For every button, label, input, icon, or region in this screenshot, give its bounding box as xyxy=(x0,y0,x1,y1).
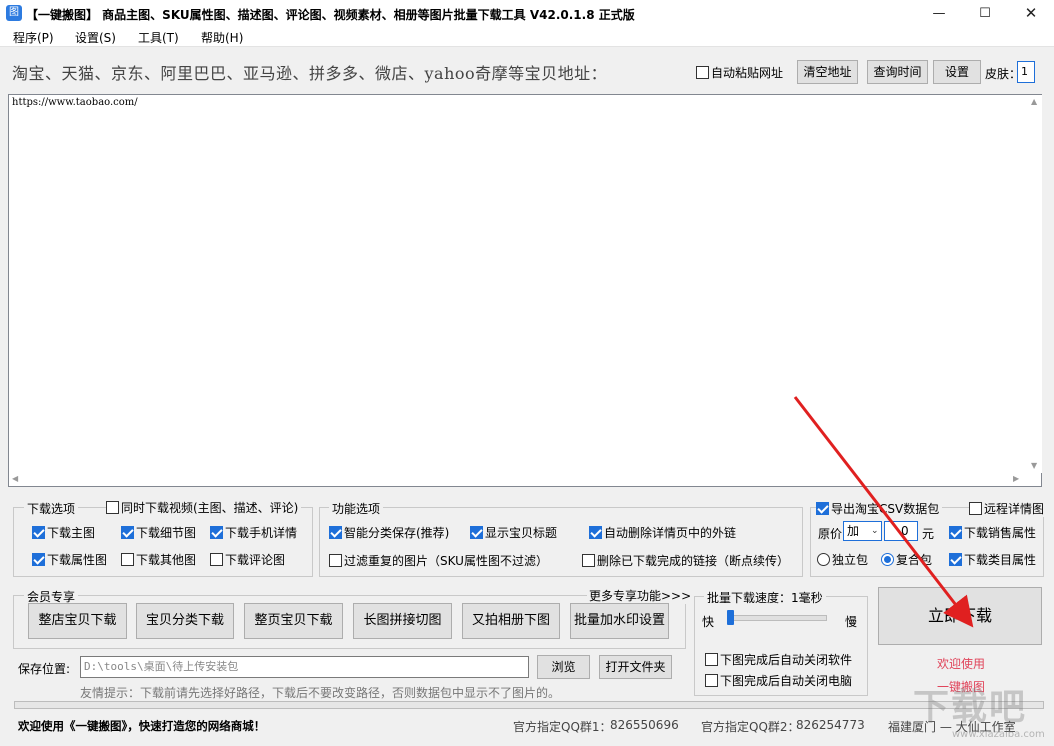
arrow-line xyxy=(793,396,974,628)
watermark-logo: 下载吧 xyxy=(913,687,1028,728)
watermark-url: www.xiazaiba.com xyxy=(952,729,1045,740)
annotation-arrow xyxy=(793,396,974,628)
